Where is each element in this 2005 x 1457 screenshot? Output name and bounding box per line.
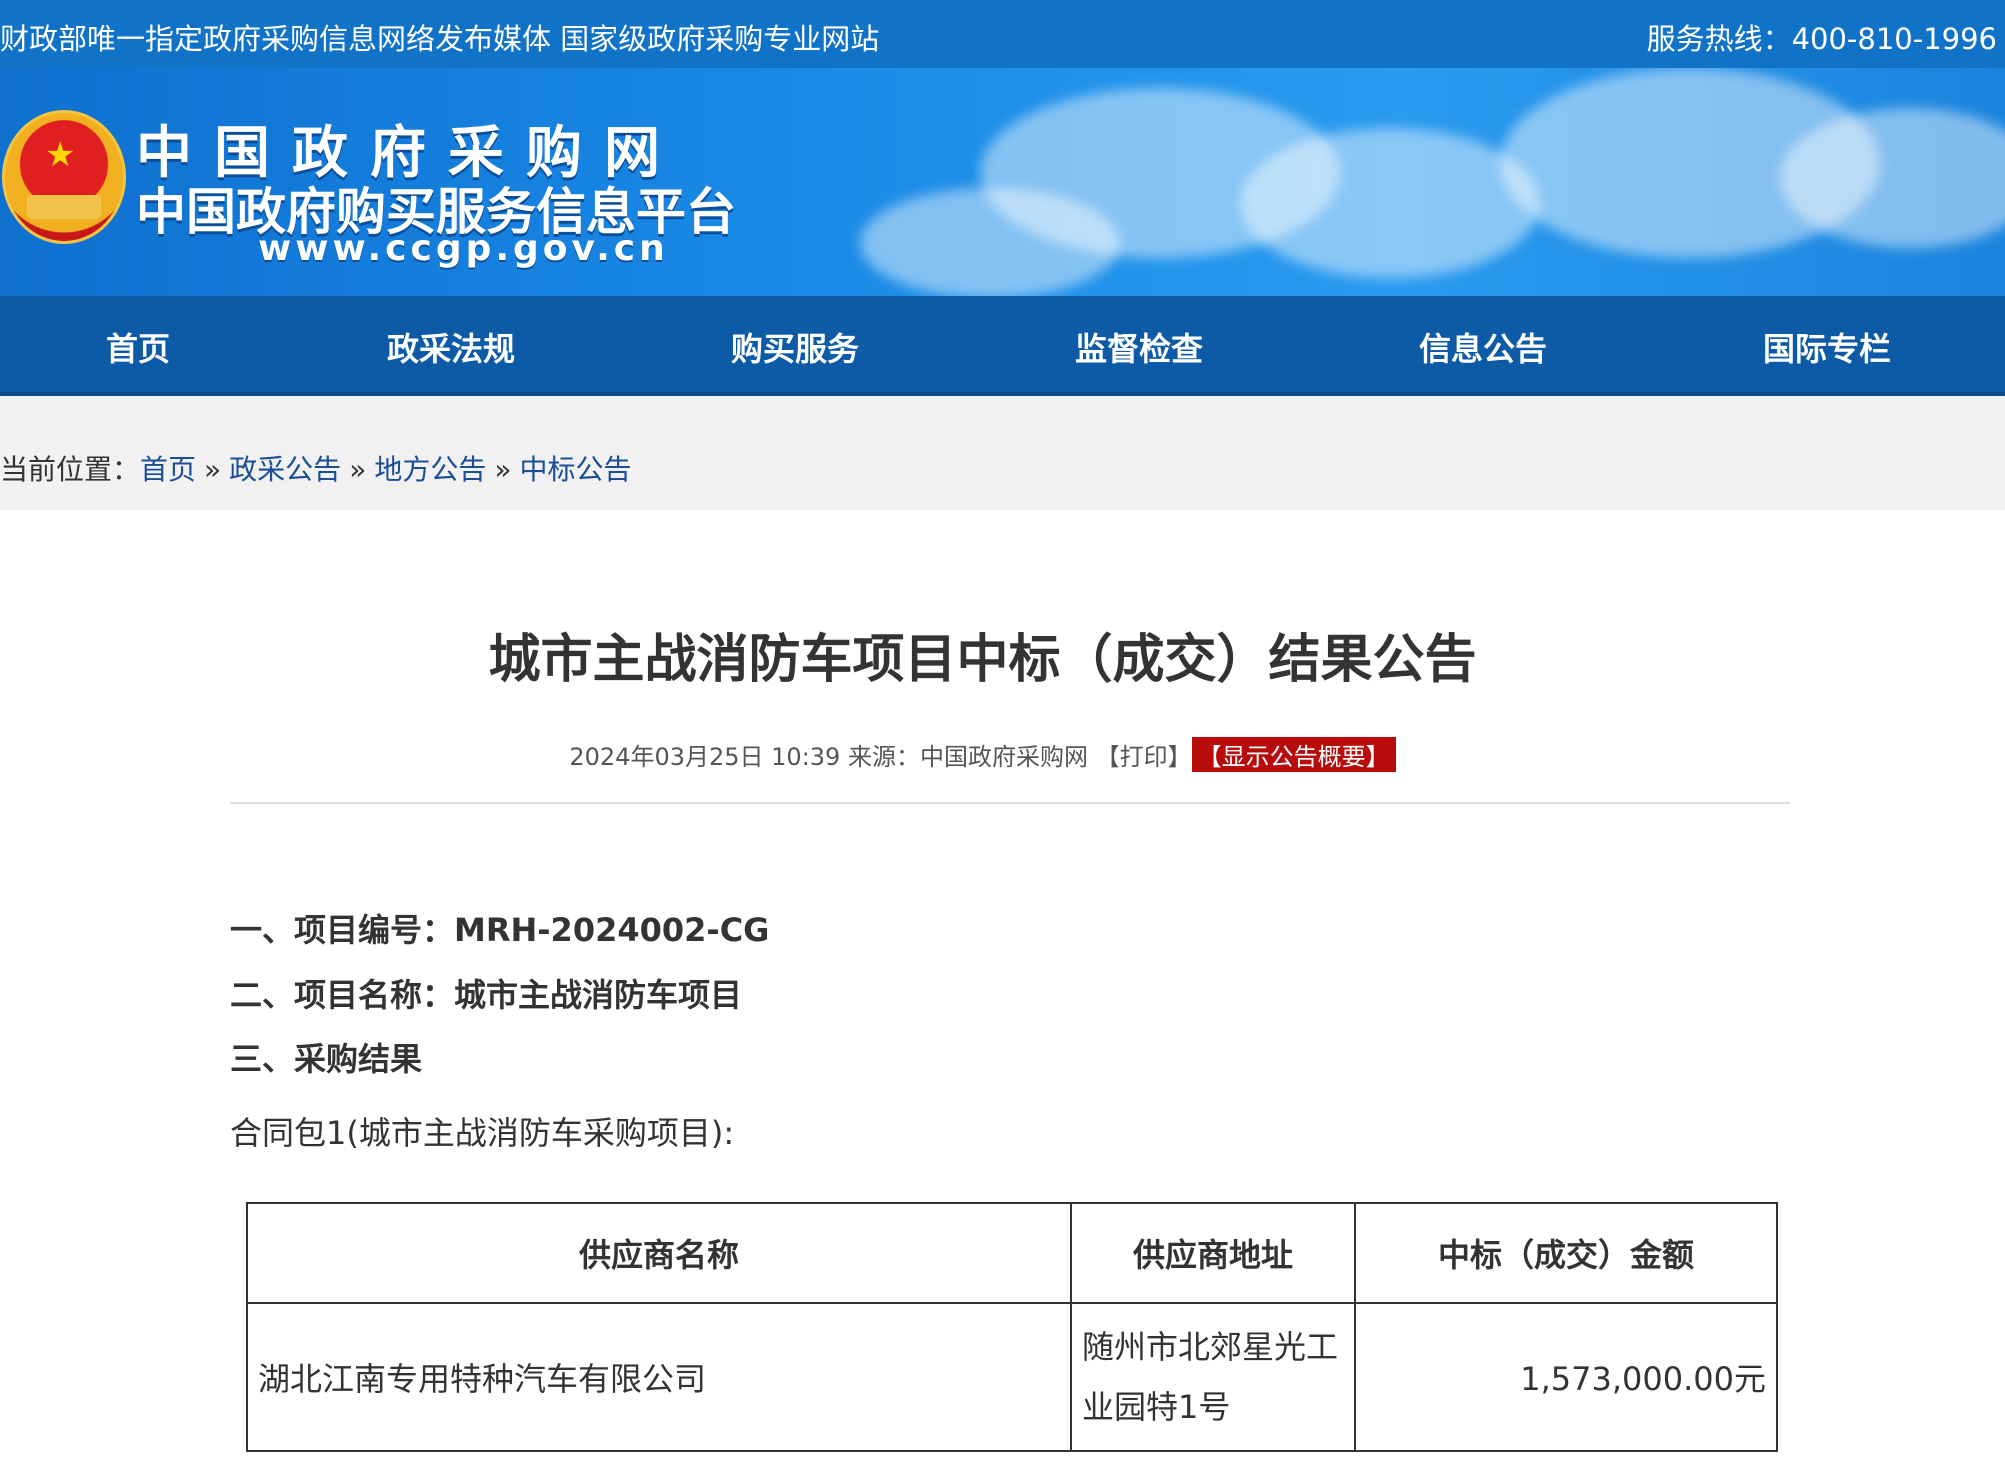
nav-item-international[interactable]: 国际专栏 <box>1763 324 1891 370</box>
breadcrumb: 当前位置：首页» 政采公告» 地方公告» 中标公告 <box>0 448 632 488</box>
main-nav: 首页 政采法规 购买服务 监督检查 信息公告 国际专栏 <box>0 296 2005 396</box>
table-row: 湖北江南专用特种汽车有限公司 随州市北郊星光工业园特1号 1,573,000.0… <box>246 1302 1778 1452</box>
breadcrumb-home[interactable]: 首页 <box>140 453 196 486</box>
source-name: 中国政府采购网 <box>919 743 1088 771</box>
breadcrumb-area: 当前位置：首页» 政采公告» 地方公告» 中标公告 <box>0 396 2005 510</box>
header-award-amount: 中标（成交）金额 <box>1354 1202 1778 1304</box>
national-emblem-icon[interactable]: ★ <box>2 110 126 244</box>
table-header-row: 供应商名称 供应商地址 中标（成交）金额 <box>246 1202 1778 1304</box>
contract-package: 合同包1(城市主战消防车采购项目): <box>230 1114 735 1152</box>
source-label: 来源： <box>847 743 920 771</box>
project-number: 一、项目编号：MRH-2024002-CG <box>230 911 770 949</box>
nav-item-home[interactable]: 首页 <box>106 324 170 370</box>
result-table: 供应商名称 供应商地址 中标（成交）金额 湖北江南专用特种汽车有限公司 随州市北… <box>246 1202 1778 1452</box>
breadcrumb-gov-procurement[interactable]: 政采公告 <box>229 453 341 486</box>
article-content: 城市主战消防车项目中标（成交）结果公告 2024年03月25日 10:39 来源… <box>0 510 2005 1457</box>
breadcrumb-separator: » <box>494 453 512 486</box>
breadcrumb-prefix: 当前位置： <box>0 453 141 486</box>
project-name: 二、项目名称：城市主战消防车项目 <box>230 976 743 1014</box>
show-summary-button[interactable]: 【显示公告概要】 <box>1191 737 1396 772</box>
supplier-address: 随州市北郊星光工业园特1号 <box>1070 1302 1356 1452</box>
nav-item-regulations[interactable]: 政采法规 <box>387 324 515 370</box>
site-slogan: 财政部唯一指定政府采购信息网络发布媒体 国家级政府采购专业网站 <box>0 22 880 56</box>
breadcrumb-award[interactable]: 中标公告 <box>519 453 631 486</box>
page-title: 城市主战消防车项目中标（成交）结果公告 <box>488 630 1477 690</box>
breadcrumb-separator: » <box>204 453 222 486</box>
site-banner: ★ 中国政府采购网 中国政府购买服务信息平台 www.ccgp.gov.cn <box>0 68 2005 296</box>
nav-item-announcements[interactable]: 信息公告 <box>1419 324 1547 370</box>
print-button[interactable]: 【打印】 <box>1096 743 1192 771</box>
breadcrumb-separator: » <box>349 453 367 486</box>
header-supplier-name: 供应商名称 <box>246 1202 1072 1304</box>
header-supplier-address: 供应商地址 <box>1070 1202 1356 1304</box>
award-amount: 1,573,000.00元 <box>1354 1302 1778 1452</box>
site-url: www.ccgp.gov.cn <box>258 228 669 269</box>
procurement-result-heading: 三、采购结果 <box>230 1040 423 1078</box>
service-hotline: 服务热线：400-810-1996 <box>1646 22 1997 56</box>
nav-item-purchase-services[interactable]: 购买服务 <box>731 324 859 370</box>
article-meta: 2024年03月25日 10:39 来源：中国政府采购网 【打印】 【显示公告概要… <box>0 737 1965 772</box>
publish-datetime: 2024年03月25日 10:39 <box>569 743 841 771</box>
nav-item-supervision[interactable]: 监督检查 <box>1075 324 1203 370</box>
title-divider <box>230 802 1790 804</box>
breadcrumb-local[interactable]: 地方公告 <box>374 453 486 486</box>
top-info-bar: 财政部唯一指定政府采购信息网络发布媒体 国家级政府采购专业网站 服务热线：400… <box>0 0 2005 68</box>
supplier-name: 湖北江南专用特种汽车有限公司 <box>246 1302 1072 1452</box>
